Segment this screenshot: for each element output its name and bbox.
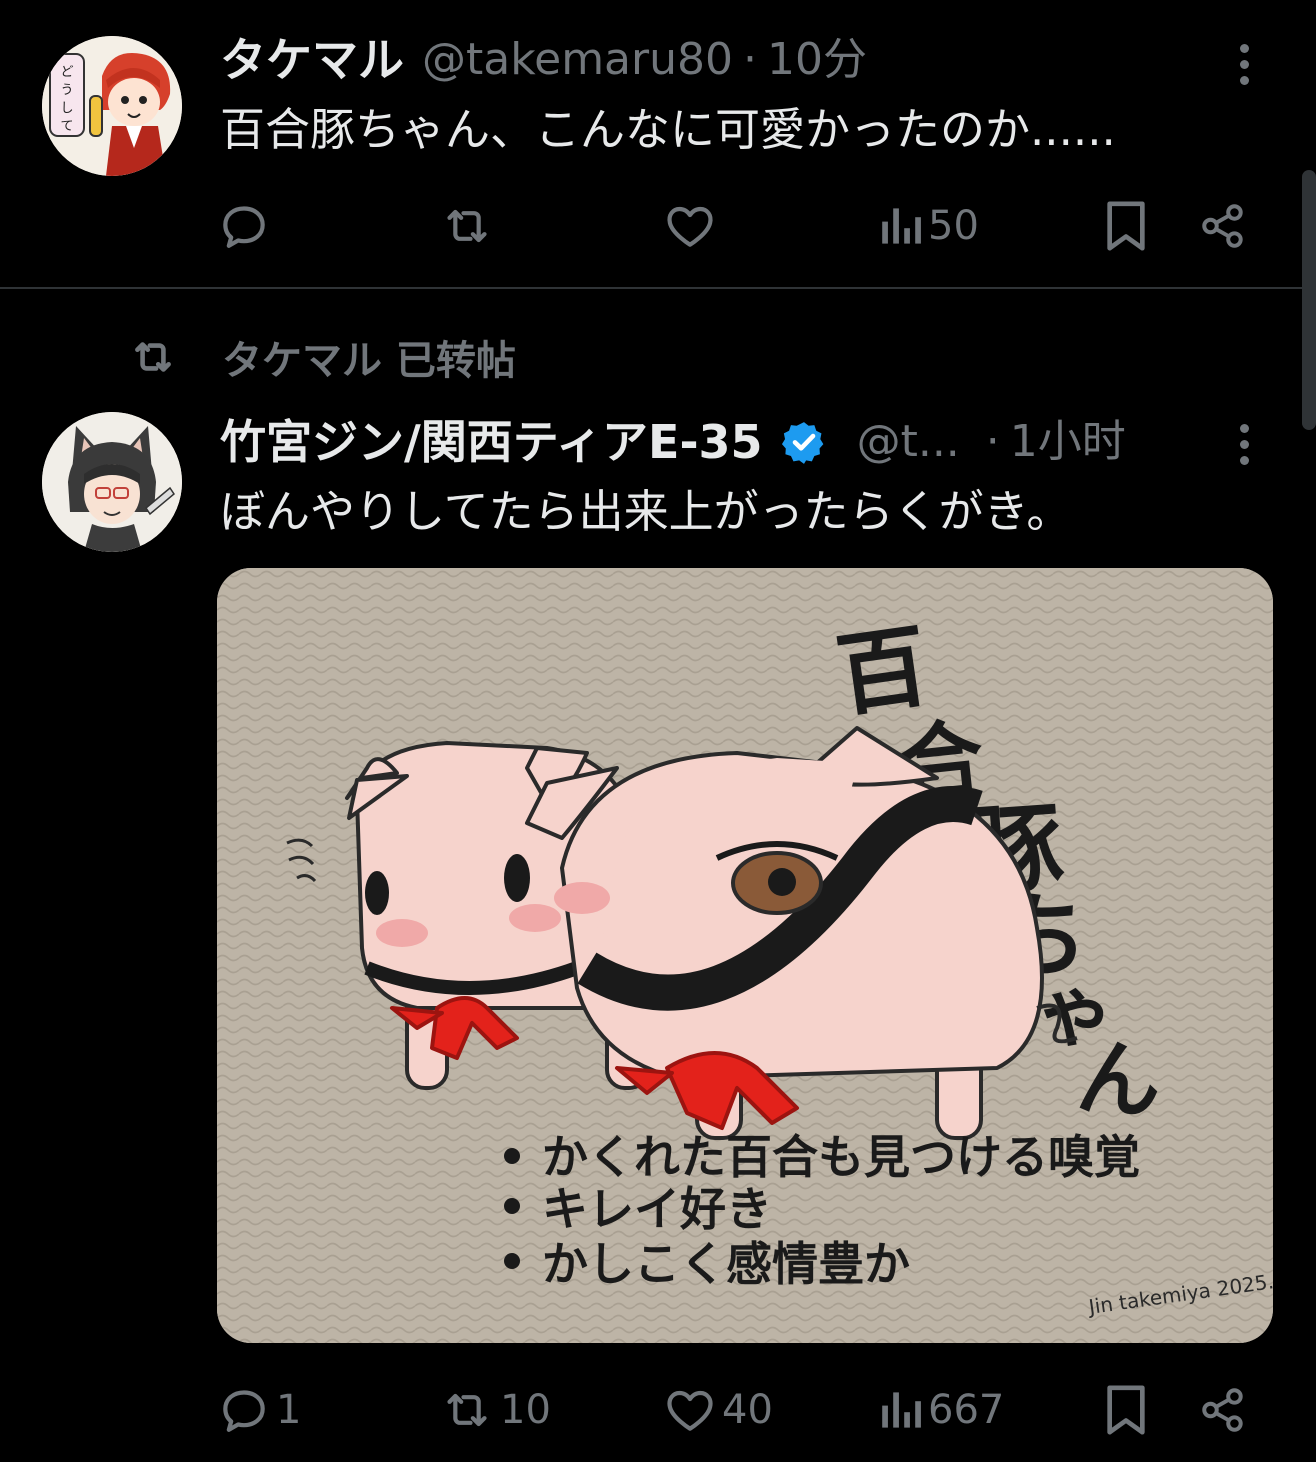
view-count: 50 (928, 203, 979, 249)
views-button[interactable]: 50 (880, 196, 979, 256)
tweet-text: 百合豚ちゃん、こんなに可愛かったのか...... (220, 103, 1116, 156)
separator-dot: · (743, 34, 757, 85)
more-options-button[interactable] (1224, 416, 1264, 472)
share-button[interactable] (1198, 196, 1248, 256)
analytics-icon (882, 1392, 921, 1428)
share-button[interactable] (1198, 1380, 1248, 1440)
bullet-item-1: かくれた百合も見つける嗅覚 (542, 1130, 1140, 1184)
reply-button[interactable]: 1 (216, 1380, 301, 1440)
reply-button[interactable] (216, 196, 276, 256)
retweet-indicator-text: タケマル 已转帖 (222, 338, 516, 384)
tweet-media-image[interactable]: 百 合 豚 ち ゃ ん かくれた百合も見つける嗅覚 キレイ好き かしこく感情豊か… (217, 568, 1273, 1343)
retweet-button[interactable]: 10 (438, 1380, 551, 1440)
scrollbar[interactable] (1302, 170, 1316, 430)
wolf-artist-avatar-icon (42, 412, 182, 552)
share-icon (1202, 1388, 1243, 1432)
retweet-button[interactable] (438, 196, 500, 256)
bookmark-icon (1107, 201, 1145, 251)
tweet-header: 竹宮ジン/関西ティアE-35 @t... · 1小时 (220, 414, 1126, 470)
display-name[interactable]: タケマル (220, 32, 404, 88)
action-bar: 1 10 40 667 (216, 1380, 1256, 1440)
manga-girl-avatar-icon: ど う し て (42, 36, 182, 176)
verified-badge-icon (781, 422, 823, 464)
bookmark-button[interactable] (1102, 196, 1150, 256)
separator-dot: · (985, 416, 1000, 467)
bullet-dot (504, 1253, 520, 1269)
timestamp[interactable]: 1小时 (1010, 414, 1126, 470)
retweet-indicator[interactable]: タケマル 已转帖 (126, 328, 516, 386)
bullet-item-2: キレイ好き (542, 1182, 772, 1236)
bullet-dot (504, 1148, 520, 1164)
svg-text:う: う (60, 83, 73, 98)
more-dot-icon (1239, 59, 1249, 69)
user-avatar[interactable] (42, 412, 182, 552)
pig-illustration: 百 合 豚 ち ゃ ん かくれた百合も見つける嗅覚 キレイ好き かしこく感情豊か… (217, 568, 1273, 1343)
title-char: ん (1074, 1028, 1165, 1132)
more-dot-icon (1239, 455, 1249, 465)
user-handle[interactable]: @takemaru80 (422, 32, 733, 88)
bookmark-button[interactable] (1102, 1380, 1150, 1440)
tweet-1[interactable]: ど う し て タケマル @takemaru80 · 10分 百合豚ちゃん、こん… (0, 0, 1316, 288)
analytics-icon (882, 208, 921, 244)
views-button[interactable]: 667 (880, 1380, 1004, 1440)
more-dot-icon (1239, 439, 1249, 449)
reply-count: 1 (276, 1387, 302, 1433)
like-count: 40 (722, 1387, 773, 1433)
timestamp[interactable]: 10分 (767, 32, 867, 88)
share-icon (1202, 204, 1243, 248)
title-char: 百 (831, 614, 935, 731)
retweet-icon (447, 209, 487, 243)
reply-icon (223, 1390, 265, 1432)
retweet-icon (135, 342, 171, 372)
display-name[interactable]: 竹宮ジン/関西ティアE-35 (220, 414, 763, 470)
tweet-text: ぼんやりしてたら出来上がったらくがき。 (220, 485, 1072, 538)
view-count: 667 (928, 1387, 1005, 1433)
action-bar: 50 (216, 196, 1256, 256)
more-dot-icon (1239, 43, 1249, 53)
heart-icon (667, 1390, 713, 1431)
heart-icon (667, 206, 713, 247)
tweet-divider (0, 287, 1316, 289)
more-dot-icon (1239, 423, 1249, 433)
tweet-header: タケマル @takemaru80 · 10分 (220, 32, 867, 88)
more-options-button[interactable] (1224, 36, 1264, 92)
retweet-count: 10 (500, 1387, 551, 1433)
bullet-dot (504, 1198, 520, 1214)
svg-text:て: て (60, 119, 73, 134)
like-button[interactable] (662, 196, 722, 256)
svg-text:し: し (60, 101, 73, 116)
like-button[interactable]: 40 (662, 1380, 773, 1440)
bookmark-icon (1107, 1385, 1145, 1435)
retweet-icon (447, 1393, 487, 1427)
user-avatar[interactable]: ど う し て (42, 36, 182, 176)
more-dot-icon (1239, 75, 1249, 85)
svg-text:ど: ど (60, 65, 73, 80)
reply-icon (223, 206, 265, 248)
user-handle[interactable]: @t... (857, 414, 960, 470)
bullet-item-3: かしこく感情豊か (542, 1237, 910, 1291)
